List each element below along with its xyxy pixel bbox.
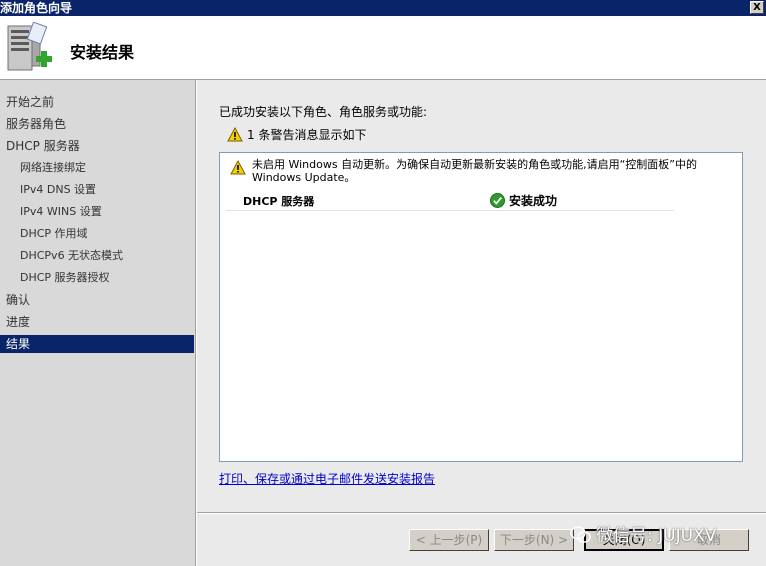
sidebar-item-ipv4-wins[interactable]: IPv4 WINS 设置 [0, 203, 194, 221]
warning-message-text: 未启用 Windows 自动更新。为确保自动更新最新安装的角色或功能,请启用“控… [252, 158, 697, 184]
install-status: 安装成功 [490, 192, 557, 209]
sidebar-item-dhcpv6-stateless[interactable]: DHCPv6 无状态模式 [0, 247, 194, 265]
main-content: 已成功安装以下角色、角色服务或功能: 1 条警告消息显示如下 未启用 Windo… [197, 80, 766, 566]
sidebar-item-server-roles[interactable]: 服务器角色 [0, 115, 194, 133]
install-summary-text: 已成功安装以下角色、角色服务或功能: [219, 105, 428, 119]
sidebar-item-dhcp-server[interactable]: DHCP 服务器 [0, 137, 194, 155]
warning-message: 未启用 Windows 自动更新。为确保自动更新最新安装的角色或功能,请启用“控… [230, 158, 740, 184]
sidebar-item-results[interactable]: 结果 [0, 335, 194, 353]
warning-summary-text: 1 条警告消息显示如下 [247, 128, 367, 142]
watermark-text: 微信号: JUJUXV [596, 526, 717, 546]
page-title: 安装结果 [70, 43, 135, 62]
back-button[interactable]: < 上一步(P) [409, 529, 489, 551]
footer-divider [197, 512, 766, 514]
install-status-text: 安装成功 [509, 194, 558, 208]
sidebar-item-ipv4-dns[interactable]: IPv4 DNS 设置 [0, 181, 194, 199]
warning-summary: 1 条警告消息显示如下 [227, 126, 366, 143]
sidebar-item-network-bindings[interactable]: 网络连接绑定 [0, 159, 194, 177]
server-add-icon [7, 22, 52, 71]
wechat-icon [570, 526, 591, 543]
title-bar: 添加角色向导 X [0, 0, 766, 16]
wizard-steps-sidebar: 开始之前 服务器角色 DHCP 服务器 网络连接绑定 IPv4 DNS 设置 I… [0, 80, 196, 566]
close-window-button[interactable]: X [750, 1, 764, 14]
wechat-watermark: 微信号: JUJUXV [570, 521, 716, 546]
warning-icon [227, 126, 243, 142]
next-button[interactable]: 下一步(N) > [494, 529, 574, 551]
sidebar-item-confirmation[interactable]: 确认 [0, 291, 194, 309]
results-panel[interactable]: 未启用 Windows 自动更新。为确保自动更新最新安装的角色或功能,请启用“控… [219, 152, 743, 462]
warning-icon [230, 160, 246, 175]
sidebar-item-progress[interactable]: 进度 [0, 313, 194, 331]
wizard-header: 安装结果 [0, 16, 766, 80]
sidebar-item-before-you-begin[interactable]: 开始之前 [0, 93, 194, 111]
window-title: 添加角色向导 [0, 1, 73, 15]
check-success-icon [490, 193, 505, 208]
sidebar-item-dhcp-authorization[interactable]: DHCP 服务器授权 [0, 269, 194, 287]
table-row: DHCP 服务器 安装成功 [226, 190, 674, 211]
sidebar-item-dhcp-scopes[interactable]: DHCP 作用域 [0, 225, 194, 243]
installation-report-link[interactable]: 打印、保存或通过电子邮件发送安装报告 [219, 470, 435, 487]
role-name: DHCP 服务器 [243, 195, 315, 208]
